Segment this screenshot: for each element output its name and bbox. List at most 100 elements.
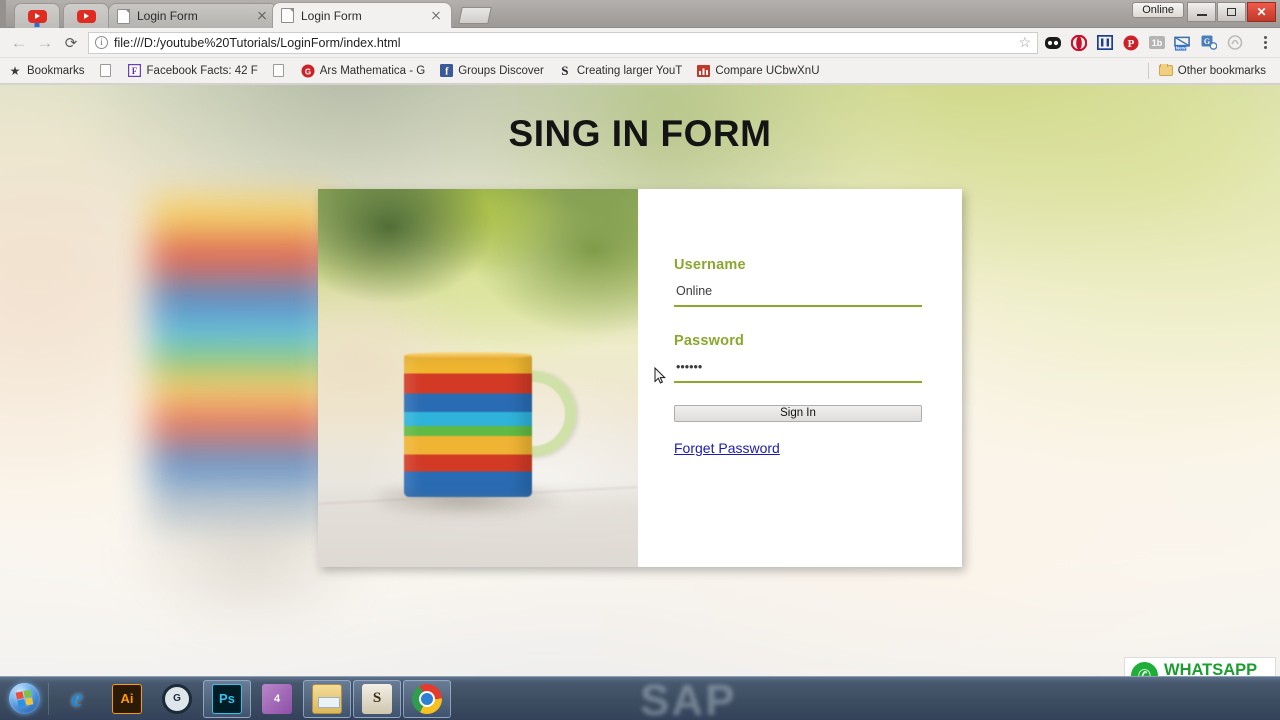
pinterest-icon[interactable]: P [1122, 34, 1139, 51]
forward-icon: → [36, 33, 54, 52]
page-icon [272, 64, 286, 78]
mouse-cursor-icon [654, 367, 666, 384]
star-icon: ★ [9, 63, 21, 78]
page-icon [99, 64, 113, 78]
file-explorer-icon [312, 683, 342, 714]
new-tab-button[interactable] [458, 7, 492, 24]
bookmark-label: Ars Mathematica - G [319, 64, 426, 77]
taskbar-item-file-explorer[interactable] [303, 679, 351, 718]
opera-icon[interactable] [1070, 34, 1087, 51]
adobe-photoshop-icon: Ps [212, 683, 242, 714]
login-card: Username Password Sign In Forget Passwor… [318, 189, 962, 567]
page-title: SING IN FORM [508, 113, 772, 154]
browser-window: Login Form Login Form Online ✕ ← → ⟳ i f… [0, 0, 1280, 676]
tabstrip-edge [0, 0, 6, 28]
f-icon: F [128, 64, 142, 78]
bookmark-label: Bookmarks [27, 64, 85, 77]
taskbar-watermark: SAP [640, 676, 737, 720]
facebook-icon: f [439, 64, 453, 78]
bookmark-label: Facebook Facts: 42 F [146, 64, 258, 77]
username-field-group: Username [674, 257, 926, 307]
page-icon [117, 8, 130, 24]
star-icon[interactable]: ☆ [1018, 34, 1031, 51]
svg-text:New: New [1176, 45, 1186, 50]
other-bookmarks-area: Other bookmarks [1147, 62, 1272, 79]
pinned-tab-youtube-1[interactable] [14, 3, 60, 28]
tab-audio-indicator [34, 23, 40, 27]
new-badge-icon[interactable]: New [1174, 34, 1191, 51]
info-icon[interactable]: i [95, 36, 108, 49]
close-icon[interactable] [255, 9, 269, 23]
bookshelf-icon[interactable] [1096, 34, 1113, 51]
username-label: Username [674, 257, 746, 273]
taskbar-item-adobe-illustrator[interactable]: Ai [103, 680, 151, 718]
adobe-illustrator-icon: Ai [112, 683, 142, 714]
back-button[interactable]: ← [6, 30, 32, 56]
username-input[interactable] [674, 284, 922, 307]
minimize-button[interactable] [1187, 2, 1216, 22]
sublime-text-icon: S [362, 683, 392, 714]
taskbar-item-internet-explorer[interactable]: e [53, 680, 101, 718]
close-icon: ✕ [1256, 5, 1267, 19]
divider [1147, 62, 1149, 79]
tab-login-form-2[interactable]: Login Form [272, 2, 452, 28]
svg-text:F: F [132, 66, 138, 76]
close-button[interactable]: ✕ [1247, 2, 1276, 22]
password-field-group: Password [674, 333, 926, 383]
address-bar[interactable]: i file:///D:/youtube%20Tutorials/LoginFo… [88, 31, 1038, 54]
bookmark-item-page-1[interactable] [99, 64, 118, 78]
google-chrome-icon [412, 683, 442, 714]
bookmarks-bar: ★ Bookmarks F Facebook Facts: 42 F G Ars… [0, 58, 1280, 84]
bookmark-label: Groups Discover [458, 64, 544, 77]
bookmark-item-bookmarks[interactable]: ★ Bookmarks [8, 64, 85, 78]
forward-button[interactable]: → [32, 30, 58, 56]
taskbar-item-google-chrome[interactable] [403, 679, 451, 718]
evernote-icon[interactable] [1044, 34, 1061, 51]
chart-icon [696, 64, 710, 78]
start-button[interactable] [2, 678, 46, 720]
bookmark-item-other-bookmarks[interactable]: Other bookmarks [1158, 63, 1266, 78]
tab-strip: Login Form Login Form Online ✕ [0, 0, 1280, 28]
bookmark-label: Creating larger YouT [576, 64, 683, 77]
bookmark-label: Other bookmarks [1177, 64, 1266, 77]
ars-icon: G [301, 64, 315, 78]
password-input[interactable] [674, 360, 922, 383]
taskbar-item-sublime-text[interactable]: S [353, 679, 401, 718]
sign-in-button[interactable]: Sign In [674, 405, 922, 422]
bookmark-item-compare-ucbwxnu[interactable]: Compare UCbwXnU [696, 64, 820, 78]
1b-icon[interactable]: 1b [1148, 34, 1165, 51]
extensions-area: P 1b New G [1044, 34, 1274, 51]
pinned-tab-youtube-2[interactable] [63, 3, 109, 28]
svg-text:G: G [305, 67, 311, 76]
bookmark-item-groups-discover[interactable]: f Groups Discover [439, 64, 544, 78]
disabled-icon[interactable] [1226, 34, 1243, 51]
login-card-photo [318, 189, 638, 567]
bookmark-label: Compare UCbwXnU [715, 64, 820, 77]
internet-explorer-icon: e [71, 684, 83, 712]
translate-icon[interactable]: G [1200, 34, 1217, 51]
password-label: Password [674, 333, 745, 349]
tab-login-form-1[interactable]: Login Form [108, 3, 278, 28]
taskbar-item-adobe-photoshop[interactable]: Ps [203, 679, 251, 718]
tab-title: Login Form [137, 9, 198, 23]
page-icon [281, 8, 294, 23]
taskbar-item-people-app[interactable]: 4 [253, 680, 301, 718]
bookmark-item-creating-larger-youtube[interactable]: S Creating larger YouT [558, 64, 682, 78]
close-icon[interactable] [429, 9, 443, 23]
bookmark-item-ars-mathematica[interactable]: G Ars Mathematica - G [301, 64, 425, 78]
forget-password-link[interactable]: Forget Password [674, 440, 780, 456]
s-icon: S [561, 63, 569, 78]
maximize-button[interactable] [1217, 2, 1246, 22]
bookmark-item-facebook-facts[interactable]: F Facebook Facts: 42 F [128, 64, 258, 78]
taskbar-item-gif-tool[interactable]: G [153, 680, 201, 718]
kebab-menu-icon[interactable] [1258, 36, 1272, 49]
back-icon: ← [10, 33, 28, 52]
bookmark-item-page-2[interactable] [272, 64, 291, 78]
reload-button[interactable]: ⟳ [58, 30, 84, 56]
reload-icon: ⟳ [64, 34, 78, 52]
photo-mug [404, 352, 532, 497]
divider [48, 682, 49, 715]
window-tooltip: Online [1132, 2, 1184, 18]
svg-text:P: P [1127, 38, 1134, 50]
svg-text:G: G [1203, 37, 1209, 46]
